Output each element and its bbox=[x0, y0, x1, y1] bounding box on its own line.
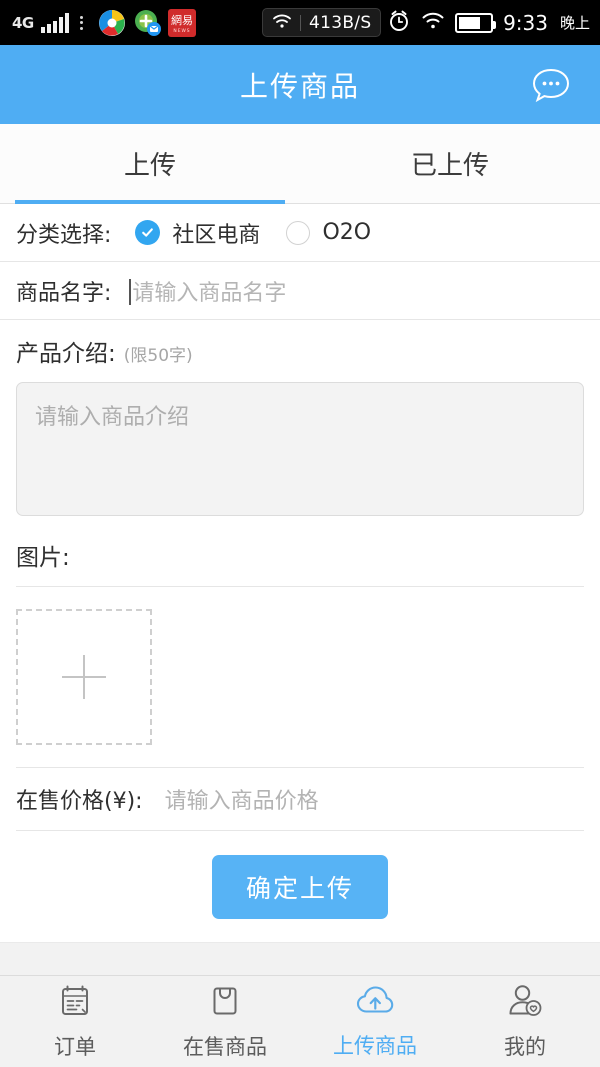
svg-text:NEWS: NEWS bbox=[173, 28, 190, 34]
nav-item-orders-label: 订单 bbox=[54, 1035, 96, 1059]
description-textarea[interactable]: 请输入商品介绍 bbox=[16, 382, 584, 516]
tab-uploaded-label: 已上传 bbox=[410, 151, 489, 181]
order-list-icon bbox=[56, 982, 94, 1024]
shopping-bag-icon bbox=[206, 982, 244, 1024]
battery-icon bbox=[455, 12, 497, 33]
nav-item-profile[interactable]: 我的 bbox=[450, 976, 600, 1067]
price-input[interactable]: 请输入商品价格 bbox=[165, 783, 319, 815]
status-bar-left: 4G 網易 NEWS bbox=[12, 8, 197, 38]
radio-unchecked-icon bbox=[286, 220, 311, 245]
status-bar-clock: 9:33 bbox=[503, 10, 548, 35]
category-label: 分类选择: bbox=[16, 222, 112, 248]
netease-news-icon: 網易 NEWS bbox=[167, 8, 197, 38]
submit-area: 确定上传 bbox=[0, 831, 600, 945]
upload-form: 分类选择: 社区电商 O2O 商品名字: 请输入商品名字 产品介绍: (限50字… bbox=[0, 204, 600, 945]
nav-item-upload-label: 上传商品 bbox=[333, 1034, 417, 1058]
network-type-label: 4G bbox=[12, 13, 34, 32]
radio-checked-icon bbox=[135, 220, 161, 245]
product-name-placeholder: 请输入商品名字 bbox=[132, 280, 287, 306]
category-row: 分类选择: 社区电商 O2O bbox=[0, 204, 600, 262]
product-name-input[interactable]: 请输入商品名字 bbox=[129, 275, 286, 307]
badge-divider bbox=[300, 14, 301, 31]
price-placeholder: 请输入商品价格 bbox=[164, 789, 319, 814]
user-heart-icon bbox=[506, 982, 544, 1024]
bottom-navigation: 订单 在售商品 上传商品 我的 bbox=[0, 975, 600, 1067]
nav-item-profile-label: 我的 bbox=[504, 1035, 546, 1059]
add-image-button[interactable] bbox=[16, 609, 152, 745]
description-hint: (限50字) bbox=[123, 346, 193, 366]
product-name-label: 商品名字: bbox=[16, 280, 112, 306]
images-label: 图片: bbox=[16, 545, 70, 571]
price-label: 在售价格(¥): bbox=[16, 789, 143, 814]
network-speed-badge: 413B/S bbox=[262, 8, 382, 37]
plus-icon bbox=[62, 655, 106, 699]
category-options: 社区电商 O2O bbox=[135, 217, 397, 249]
uc-browser-icon bbox=[132, 8, 162, 38]
status-bar: 4G 網易 NEWS 413B/S 9:33 晚上 bbox=[0, 0, 600, 45]
nav-item-on-sale[interactable]: 在售商品 bbox=[150, 976, 300, 1067]
description-label: 产品介绍: bbox=[16, 341, 116, 367]
signal-bars-icon bbox=[40, 12, 69, 33]
image-uploader-area bbox=[0, 587, 600, 767]
radio-option-o2o[interactable]: O2O bbox=[286, 220, 371, 245]
overflow-menu-icon bbox=[79, 15, 83, 30]
description-placeholder: 请输入商品介绍 bbox=[35, 405, 190, 430]
tab-bar: 上传 已上传 bbox=[0, 124, 600, 204]
chat-bubble-icon[interactable] bbox=[528, 62, 574, 108]
notification-app-icons: 網易 NEWS bbox=[97, 8, 197, 38]
app-root: 4G 網易 NEWS 413B/S 9:33 晚上 上传商品 上传 已上传 分类… bbox=[0, 0, 600, 1067]
bottom-spacer bbox=[0, 942, 600, 975]
wifi-icon bbox=[421, 11, 445, 35]
tab-upload[interactable]: 上传 bbox=[0, 124, 300, 204]
radio-option-community-label: 社区电商 bbox=[172, 222, 261, 248]
radio-option-o2o-label: O2O bbox=[322, 220, 372, 245]
nav-item-orders[interactable]: 订单 bbox=[0, 976, 150, 1067]
product-name-row: 商品名字: 请输入商品名字 bbox=[0, 262, 600, 320]
radio-option-community[interactable]: 社区电商 bbox=[135, 217, 260, 249]
tab-upload-label: 上传 bbox=[123, 151, 176, 181]
svg-text:網易: 網易 bbox=[171, 13, 193, 27]
wifi-icon bbox=[272, 13, 292, 33]
submit-upload-button[interactable]: 确定上传 bbox=[211, 855, 388, 919]
sina-weibo-icon bbox=[97, 8, 127, 38]
tab-uploaded[interactable]: 已上传 bbox=[300, 124, 600, 203]
nav-item-upload[interactable]: 上传商品 bbox=[300, 976, 450, 1067]
network-speed-value: 413B/S bbox=[309, 12, 372, 33]
status-bar-right: 9:33 晚上 bbox=[387, 0, 590, 45]
status-bar-ampm: 晚上 bbox=[559, 14, 590, 32]
price-row: 在售价格(¥): 请输入商品价格 bbox=[0, 768, 600, 830]
page-title: 上传商品 bbox=[239, 69, 360, 103]
page-header: 上传商品 bbox=[0, 45, 600, 124]
description-header: 产品介绍: (限50字) bbox=[0, 320, 600, 376]
alarm-clock-icon bbox=[387, 9, 411, 37]
nav-item-on-sale-label: 在售商品 bbox=[183, 1035, 267, 1059]
cloud-upload-icon bbox=[355, 983, 395, 1023]
